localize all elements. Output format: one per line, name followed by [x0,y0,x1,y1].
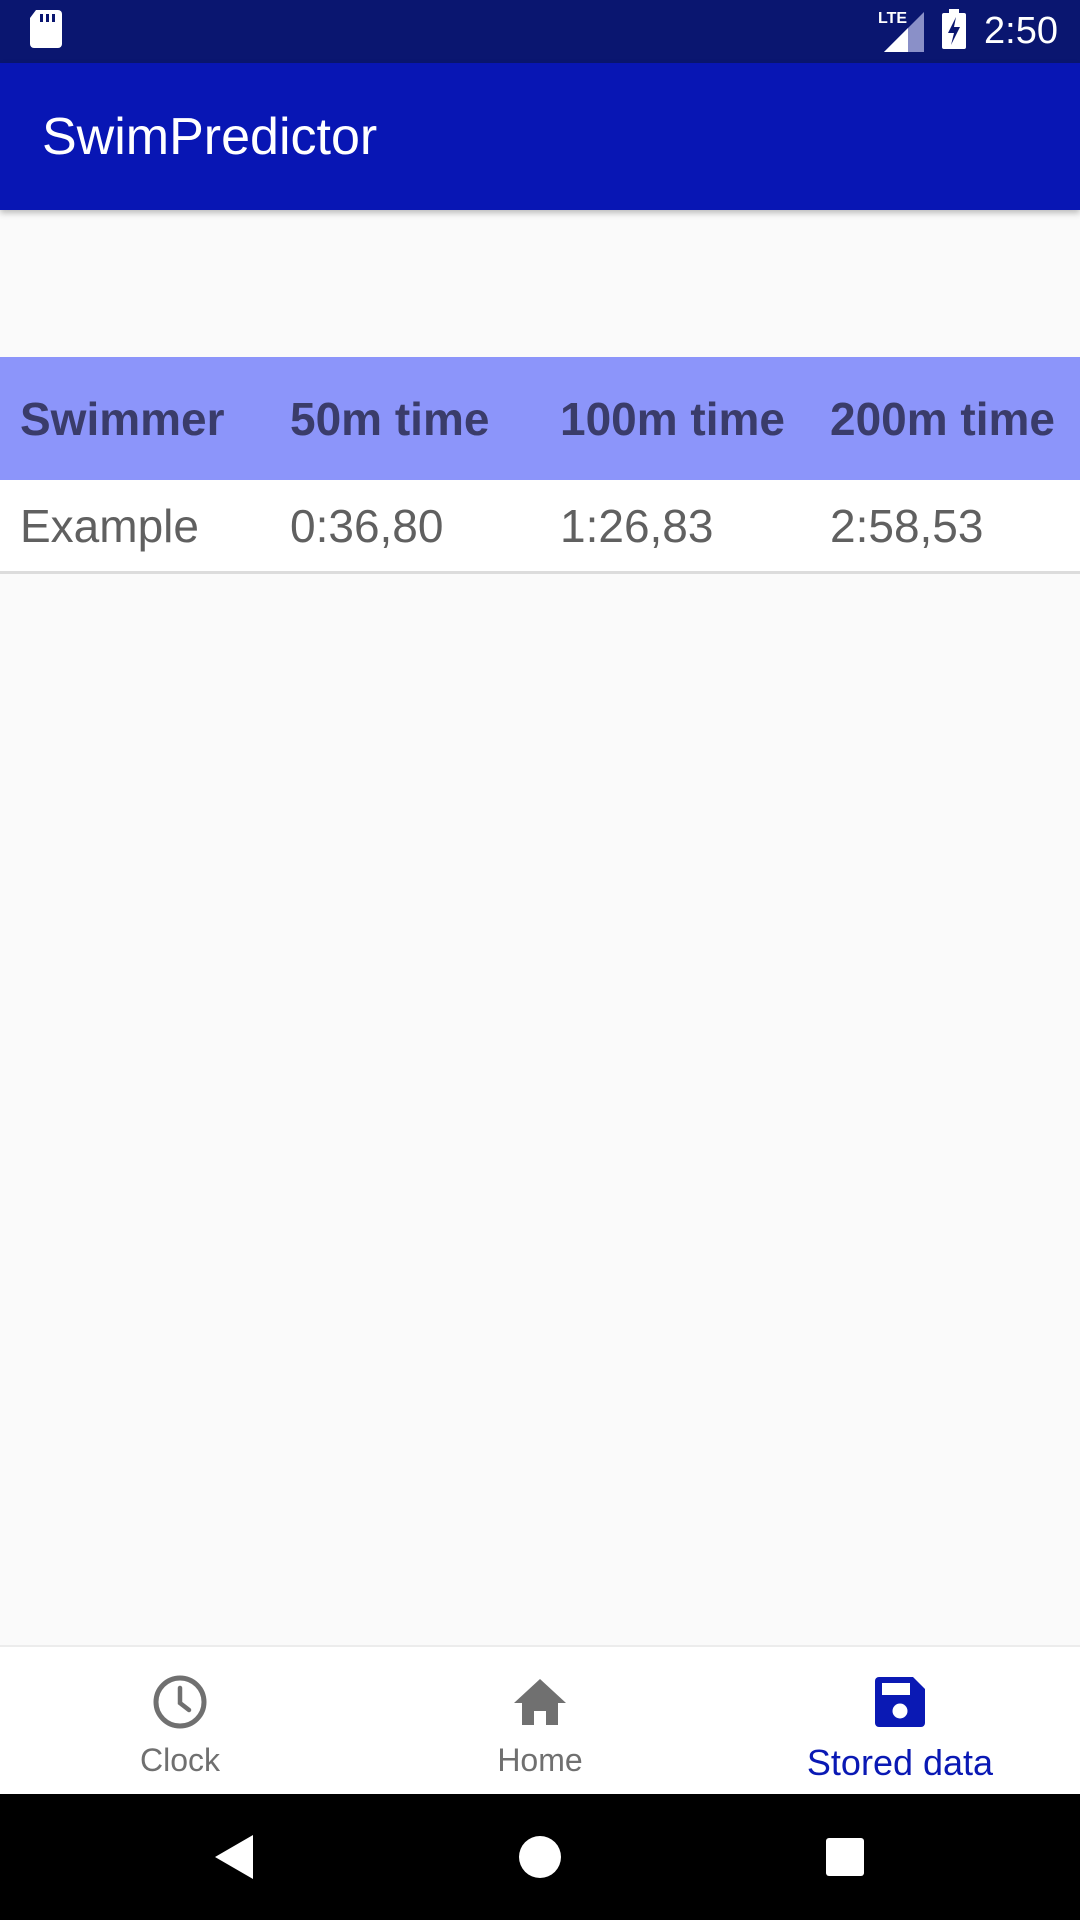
recents-icon[interactable] [810,1794,880,1920]
nav-label-clock: Clock [139,1742,220,1778]
screen: LTE 2:50 SwimPredictor Swimmer 50m time … [0,0,1080,1920]
save-icon [871,1673,929,1736]
table-header: Swimmer 50m time 100m time 200m time [0,357,1080,480]
nav-item-stored-data[interactable]: Stored data [720,1647,1080,1796]
clock-icon [151,1673,209,1736]
column-header-100m: 100m time [560,392,786,445]
swim-times-table: Swimmer 50m time 100m time 200m time Exa… [0,357,1080,574]
nav-item-home[interactable]: Home [360,1647,720,1796]
battery-charging-icon [942,9,967,54]
cell-swimmer: Example [20,499,199,552]
bottom-navigation: Clock Home Stored data [0,1645,1080,1794]
column-header-50m: 50m time [290,392,490,445]
column-header-200m: 200m time [830,392,1056,445]
cell-100m-time: 1:26,83 [560,499,714,552]
sd-card-icon [30,10,62,53]
home-circle-icon[interactable] [505,1794,575,1920]
cell-50m-time: 0:36,80 [290,499,444,552]
system-navigation-bar [0,1794,1080,1920]
nav-item-clock[interactable]: Clock [0,1647,360,1796]
back-icon[interactable] [200,1794,270,1920]
app-bar: SwimPredictor [0,63,1080,210]
nav-label-home: Home [497,1742,583,1778]
nav-label-stored-data: Stored data [806,1742,994,1783]
signal-icon: LTE [878,10,925,52]
cell-200m-time: 2:58,53 [830,499,984,552]
status-time: 2:50 [984,10,1058,52]
table-row[interactable]: Example 0:36,80 1:26,83 2:58,53 [0,480,1080,574]
home-icon [511,1673,569,1736]
column-header-swimmer: Swimmer [20,392,225,445]
app-title: SwimPredictor [42,107,378,166]
status-bar: LTE 2:50 [0,0,1080,63]
